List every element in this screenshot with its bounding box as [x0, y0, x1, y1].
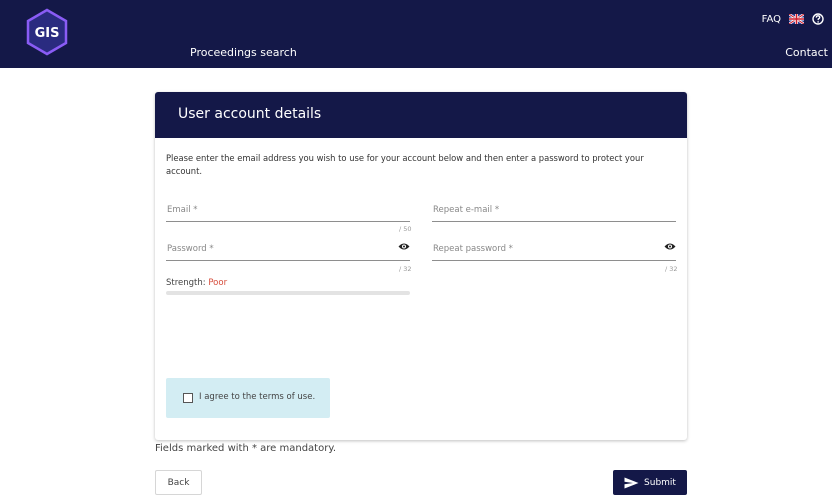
- top-navigation-bar: GIS Proceedings search FAQ Contact: [0, 0, 832, 68]
- submit-label: Submit: [644, 477, 676, 488]
- eye-icon[interactable]: [664, 242, 676, 251]
- repeat-email-field[interactable]: Repeat e-mail *: [432, 196, 676, 222]
- repeat-password-label: Repeat password *: [433, 244, 513, 254]
- strength-label: Strength:: [166, 278, 206, 288]
- email-counter: / 50: [399, 225, 412, 233]
- faq-link[interactable]: FAQ: [762, 14, 781, 25]
- email-label: Email *: [167, 205, 198, 215]
- mandatory-note: Fields marked with * are mandatory.: [155, 443, 336, 454]
- repeat-password-field[interactable]: Repeat password *: [432, 235, 676, 261]
- terms-suffix: .: [312, 392, 316, 402]
- terms-of-use-link[interactable]: terms of use: [259, 392, 312, 402]
- gis-logo[interactable]: GIS: [23, 8, 71, 56]
- contact-link[interactable]: Contact: [785, 46, 828, 59]
- strength-meter: [166, 291, 410, 295]
- password-field[interactable]: Password *: [166, 235, 410, 261]
- back-button[interactable]: Back: [155, 470, 202, 495]
- repeat-password-counter: / 32: [665, 265, 678, 273]
- card-title: User account details: [155, 92, 687, 138]
- terms-label[interactable]: I agree to the terms of use.: [199, 392, 315, 402]
- password-counter: / 32: [399, 265, 412, 273]
- user-account-card: User account details Please enter the em…: [155, 92, 687, 440]
- password-strength: Strength: Poor: [166, 278, 227, 288]
- help-circle-icon[interactable]: [812, 13, 824, 25]
- email-field[interactable]: Email *: [166, 196, 410, 222]
- terms-checkbox[interactable]: [183, 393, 193, 403]
- nav-link-proceedings-search[interactable]: Proceedings search: [190, 46, 297, 59]
- terms-of-use-box: I agree to the terms of use.: [166, 378, 330, 418]
- repeat-email-label: Repeat e-mail *: [433, 205, 500, 215]
- hexagon-logo-icon: GIS: [26, 8, 68, 56]
- intro-text: Please enter the email address you wish …: [166, 153, 644, 176]
- terms-prefix: I agree to the: [199, 392, 260, 402]
- strength-value: Poor: [208, 278, 228, 288]
- logo-text: GIS: [35, 26, 60, 41]
- top-right-tools: FAQ: [762, 13, 824, 25]
- uk-flag-icon[interactable]: [789, 14, 804, 24]
- password-label: Password *: [167, 244, 214, 254]
- eye-icon[interactable]: [398, 242, 410, 251]
- submit-button[interactable]: Submit: [613, 470, 687, 495]
- send-icon: [624, 477, 639, 488]
